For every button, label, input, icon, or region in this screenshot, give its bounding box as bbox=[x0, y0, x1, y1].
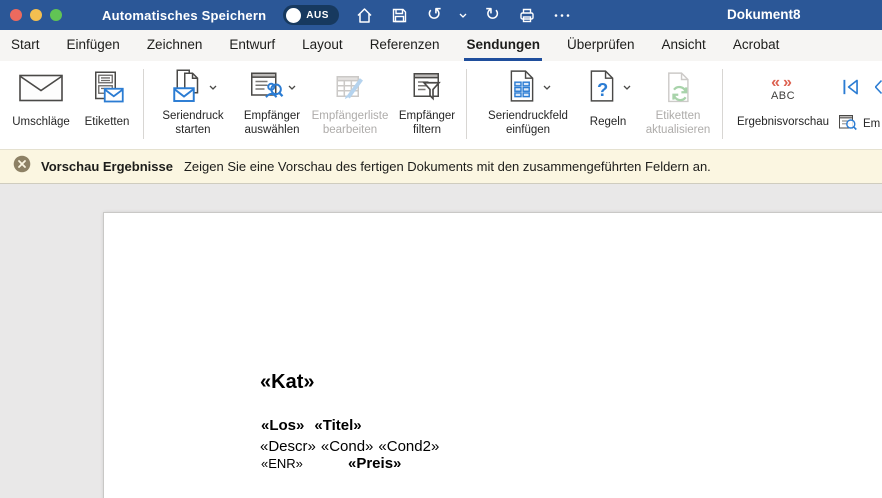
tab-einfuegen[interactable]: Einfügen bbox=[65, 30, 122, 61]
select-recipients-button[interactable]: Empfängerauswählen bbox=[236, 67, 308, 137]
tab-sendungen[interactable]: Sendungen bbox=[464, 30, 542, 61]
tab-referenzen[interactable]: Referenzen bbox=[368, 30, 442, 61]
dropdown-chevron-icon bbox=[209, 81, 217, 95]
edit-list-icon bbox=[306, 67, 394, 109]
merge-field-kat[interactable]: «Kat» bbox=[260, 371, 314, 394]
close-window-button[interactable] bbox=[10, 9, 22, 21]
dropdown-chevron-icon bbox=[288, 81, 296, 95]
mail-merge-icon bbox=[169, 68, 205, 109]
redo-icon[interactable]: ↻ bbox=[481, 4, 503, 26]
dropdown-chevron-icon bbox=[543, 81, 551, 95]
previous-record-icon bbox=[875, 76, 882, 98]
find-recipient-button[interactable]: Em bbox=[838, 112, 880, 135]
notification-title: Vorschau Ergebnisse bbox=[41, 159, 173, 174]
labels-button[interactable]: Etiketten bbox=[76, 67, 138, 130]
envelopes-button[interactable]: Umschläge bbox=[4, 67, 78, 130]
merge-field-cond[interactable]: «Cond» bbox=[321, 438, 374, 455]
labels-icon bbox=[76, 67, 138, 109]
find-recipient-icon bbox=[838, 112, 858, 135]
ribbon-group-separator bbox=[143, 69, 144, 139]
preview-results-button[interactable]: «» ABC Ergebnisvorschau bbox=[728, 67, 838, 130]
merge-field-descr[interactable]: «Descr» bbox=[260, 438, 316, 455]
filter-recipients-button[interactable]: Empfängerfiltern bbox=[394, 67, 460, 137]
preview-results-icon: «» ABC bbox=[728, 67, 838, 109]
x-circle-icon[interactable] bbox=[13, 155, 31, 178]
rules-icon: ? bbox=[585, 68, 619, 109]
save-icon[interactable] bbox=[388, 4, 410, 26]
preview-results-notification: Vorschau Ergebnisse Zeigen Sie eine Vors… bbox=[0, 149, 882, 184]
merge-field-preis[interactable]: «Preis» bbox=[348, 455, 401, 472]
merge-field-line-descr: «Descr» «Cond»«Cond2» bbox=[260, 438, 439, 455]
dropdown-chevron-icon bbox=[623, 81, 631, 95]
tab-zeichnen[interactable]: Zeichnen bbox=[145, 30, 205, 61]
tab-acrobat[interactable]: Acrobat bbox=[731, 30, 782, 61]
recipients-list-icon bbox=[248, 68, 284, 109]
first-record-icon bbox=[840, 76, 862, 98]
autosave-state: AUS bbox=[306, 10, 329, 21]
ribbon-group-separator bbox=[466, 69, 467, 139]
update-labels-icon bbox=[636, 67, 720, 109]
previous-record-button[interactable] bbox=[875, 76, 882, 103]
tab-layout[interactable]: Layout bbox=[300, 30, 345, 61]
ribbon: Umschläge Etiketten Seriendruckstarten bbox=[0, 61, 882, 149]
more-options-icon[interactable] bbox=[551, 4, 573, 26]
undo-icon[interactable]: ↺ bbox=[423, 4, 445, 26]
merge-field-line-enr-preis: «ENR»«Preis» bbox=[261, 456, 303, 471]
zoom-window-button[interactable] bbox=[50, 9, 62, 21]
home-icon[interactable] bbox=[353, 4, 375, 26]
filter-icon bbox=[394, 67, 460, 109]
first-record-button[interactable] bbox=[840, 76, 862, 103]
autosave-toggle[interactable]: AUS bbox=[283, 5, 339, 25]
tab-ansicht[interactable]: Ansicht bbox=[660, 30, 708, 61]
merge-field-cond2[interactable]: «Cond2» bbox=[378, 438, 439, 455]
word-window: Automatisches Speichern AUS ↺ ↻ Doku bbox=[0, 0, 882, 498]
insert-merge-field-button[interactable]: Seriendruckfeldeinfügen bbox=[480, 67, 576, 137]
document-area: «Kat» «Los»«Titel» «Descr»«Cond»«Cond2» … bbox=[0, 184, 882, 498]
svg-text:?: ? bbox=[597, 79, 608, 100]
merge-field-titel[interactable]: «Titel» bbox=[314, 417, 361, 434]
merge-field-los[interactable]: «Los» bbox=[261, 417, 304, 434]
start-mail-merge-button[interactable]: Seriendruckstarten bbox=[150, 67, 236, 137]
document-title: Dokument8 bbox=[727, 7, 801, 22]
tab-entwurf[interactable]: Entwurf bbox=[227, 30, 277, 61]
print-icon[interactable] bbox=[516, 4, 538, 26]
tab-start[interactable]: Start bbox=[9, 30, 42, 61]
tab-ueberpruefen[interactable]: Überprüfen bbox=[565, 30, 637, 61]
ribbon-group-separator bbox=[722, 69, 723, 139]
titlebar: Automatisches Speichern AUS ↺ ↻ Doku bbox=[0, 0, 882, 30]
merge-field-icon bbox=[505, 68, 539, 109]
document-page[interactable]: «Kat» «Los»«Titel» «Descr»«Cond»«Cond2» … bbox=[103, 212, 882, 498]
update-labels-button: Etikettenaktualisieren bbox=[636, 67, 720, 137]
ribbon-tabbar: Start Einfügen Zeichnen Entwurf Layout R… bbox=[0, 30, 882, 61]
merge-field-enr[interactable]: «ENR» bbox=[261, 456, 303, 471]
traffic-lights bbox=[0, 9, 62, 21]
envelope-icon bbox=[4, 67, 78, 109]
autosave-label: Automatisches Speichern bbox=[102, 8, 266, 23]
undo-dropdown-chevron-icon[interactable] bbox=[458, 4, 468, 26]
toggle-knob bbox=[286, 8, 301, 23]
notification-message: Zeigen Sie eine Vorschau des fertigen Do… bbox=[184, 159, 711, 174]
rules-button[interactable]: ? Regeln bbox=[580, 67, 636, 130]
minimize-window-button[interactable] bbox=[30, 9, 42, 21]
edit-recipient-list-button: Empfängerlistebearbeiten bbox=[306, 67, 394, 137]
merge-field-line-los-titel: «Los» «Titel» bbox=[261, 417, 362, 434]
